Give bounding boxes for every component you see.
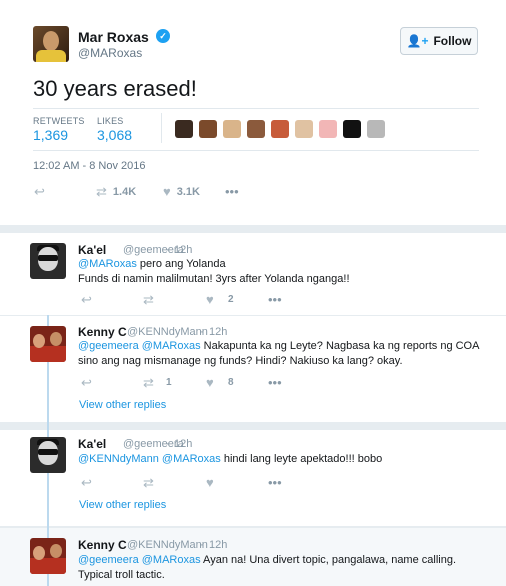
reply-author-name[interactable]: Kenny C [78,325,127,339]
reply-text: @geemeera @MARoxas Ayan na! Una divert t… [78,553,488,583]
avatar[interactable] [30,437,66,473]
heart-icon[interactable]: ♥ [206,475,214,490]
meta-dot: · [200,326,204,338]
like-count: 3.1K [176,185,200,198]
follow-button[interactable]: 👤+ Follow [400,27,478,55]
likes-label: LIKES [97,116,124,126]
reply-text: @MARoxas pero ang Yolanda Funds di namin… [78,257,488,287]
reply-text-part: pero ang Yolanda [136,258,226,270]
reply-text-part: Nakapunta ka ng Leyte? Nagbasa ka ng rep… [200,340,480,352]
main-tweet: Mar Roxas ✓ @MARoxas 👤+ Follow 30 years … [0,0,506,225]
view-other-replies-link[interactable]: View other replies [79,399,166,411]
reply-icon: ↩ [34,184,45,199]
retweet-icon[interactable]: ⇄ [143,375,154,391]
retweet-count: 1.4K [112,186,137,198]
liker-avatar[interactable] [223,120,241,138]
avatar[interactable] [30,326,66,362]
reply-text-part: Typical troll tactic. [78,569,165,581]
heart-icon: ♥ [163,184,171,199]
heart-icon[interactable]: ♥ [206,292,214,307]
retweet-icon: ⇄ [96,184,107,199]
liker-avatar[interactable] [175,120,193,138]
follow-label: Follow [433,34,472,48]
author-handle[interactable]: @MARoxas [78,46,142,60]
tweet-text: 30 years erased! [33,76,197,101]
retweet-count: 1 [166,377,172,388]
likes-count[interactable]: 3,068 [97,127,132,143]
mention-link[interactable]: @geemeera @MARoxas [78,340,201,352]
reply-item[interactable]: Ka'el @geemeera · 12h @MARoxas pero ang … [0,233,506,315]
reply-icon[interactable]: ↩ [81,375,92,391]
retweet-icon[interactable]: ⇄ [143,292,154,308]
mention-link[interactable]: @geemeera @MARoxas [78,554,201,566]
reply-handle[interactable]: @KENNdyMann [127,539,208,551]
like-count: 8 [228,377,234,388]
liker-avatar[interactable] [199,120,217,138]
stat-separator [161,113,162,143]
reply-author-name[interactable]: Ka'el [78,437,106,451]
reply-time[interactable]: 12h [209,539,227,551]
reply-icon[interactable]: ↩ [81,292,92,308]
divider [33,108,479,109]
reply-time[interactable]: 12h [174,244,192,256]
liker-avatar[interactable] [295,120,313,138]
reply-text: @KENNdyMann @MARoxas hindi lang leyte ap… [78,452,488,467]
heart-icon[interactable]: ♥ [206,375,214,390]
avatar[interactable] [30,538,66,574]
retweet-button[interactable]: ⇄ 1.4K [96,184,136,200]
liker-avatars [175,120,385,138]
reply-author-name[interactable]: Ka'el [78,243,106,257]
reply-item[interactable]: Kenny C @KENNdyMann · 12h @geemeera @MAR… [0,316,506,422]
view-other-replies-link[interactable]: View other replies [79,499,166,511]
author-name[interactable]: Mar Roxas [78,29,149,45]
reply-item[interactable]: Ka'el @geemeera · 12h @KENNdyMann @MARox… [0,430,506,526]
more-button[interactable]: ••• [225,184,239,199]
reply-text-part: sino ang nag mismanage ng funds? Hindi? … [78,355,403,367]
meta-dot: · [166,244,170,256]
reply-text-part: Funds di namin malilmutan! 3yrs after Yo… [78,273,350,285]
reply-item[interactable]: Kenny C @KENNdyMann · 12h @geemeera @MAR… [0,528,506,586]
like-button[interactable]: ♥ 3.1K [163,184,200,199]
liker-avatar[interactable] [271,120,289,138]
reply-time[interactable]: 12h [174,438,192,450]
liker-avatar[interactable] [247,120,265,138]
divider [33,150,479,151]
more-icon[interactable]: ••• [268,292,282,307]
meta-dot: · [166,438,170,450]
reply-text-part: Ayan na! Una divert topic, pangalawa, na… [200,554,457,566]
retweet-icon[interactable]: ⇄ [143,475,154,491]
retweets-count[interactable]: 1,369 [33,127,68,143]
author-avatar[interactable] [33,26,69,62]
meta-dot: · [200,539,204,551]
verified-icon: ✓ [156,29,170,43]
liker-avatar[interactable] [343,120,361,138]
more-icon[interactable]: ••• [268,475,282,490]
more-icon: ••• [225,184,239,199]
reply-button[interactable]: ↩ [34,184,45,200]
reply-text: @geemeera @MARoxas Nakapunta ka ng Leyte… [78,339,488,369]
liker-avatar[interactable] [319,120,337,138]
reply-text-part: hindi lang leyte apektado!!! bobo [220,453,383,465]
add-user-icon: 👤+ [406,34,429,48]
like-count: 2 [228,294,234,305]
retweets-label: RETWEETS [33,116,85,126]
reply-icon[interactable]: ↩ [81,475,92,491]
more-icon[interactable]: ••• [268,375,282,390]
reply-author-name[interactable]: Kenny C [78,538,127,552]
mention-link[interactable]: @KENNdyMann @MARoxas [78,453,221,465]
avatar[interactable] [30,243,66,279]
liker-avatar[interactable] [367,120,385,138]
tweet-timestamp[interactable]: 12:02 AM - 8 Nov 2016 [33,160,146,172]
reply-time[interactable]: 12h [209,326,227,338]
mention-link[interactable]: @MARoxas [78,258,137,270]
reply-handle[interactable]: @KENNdyMann [127,326,208,338]
